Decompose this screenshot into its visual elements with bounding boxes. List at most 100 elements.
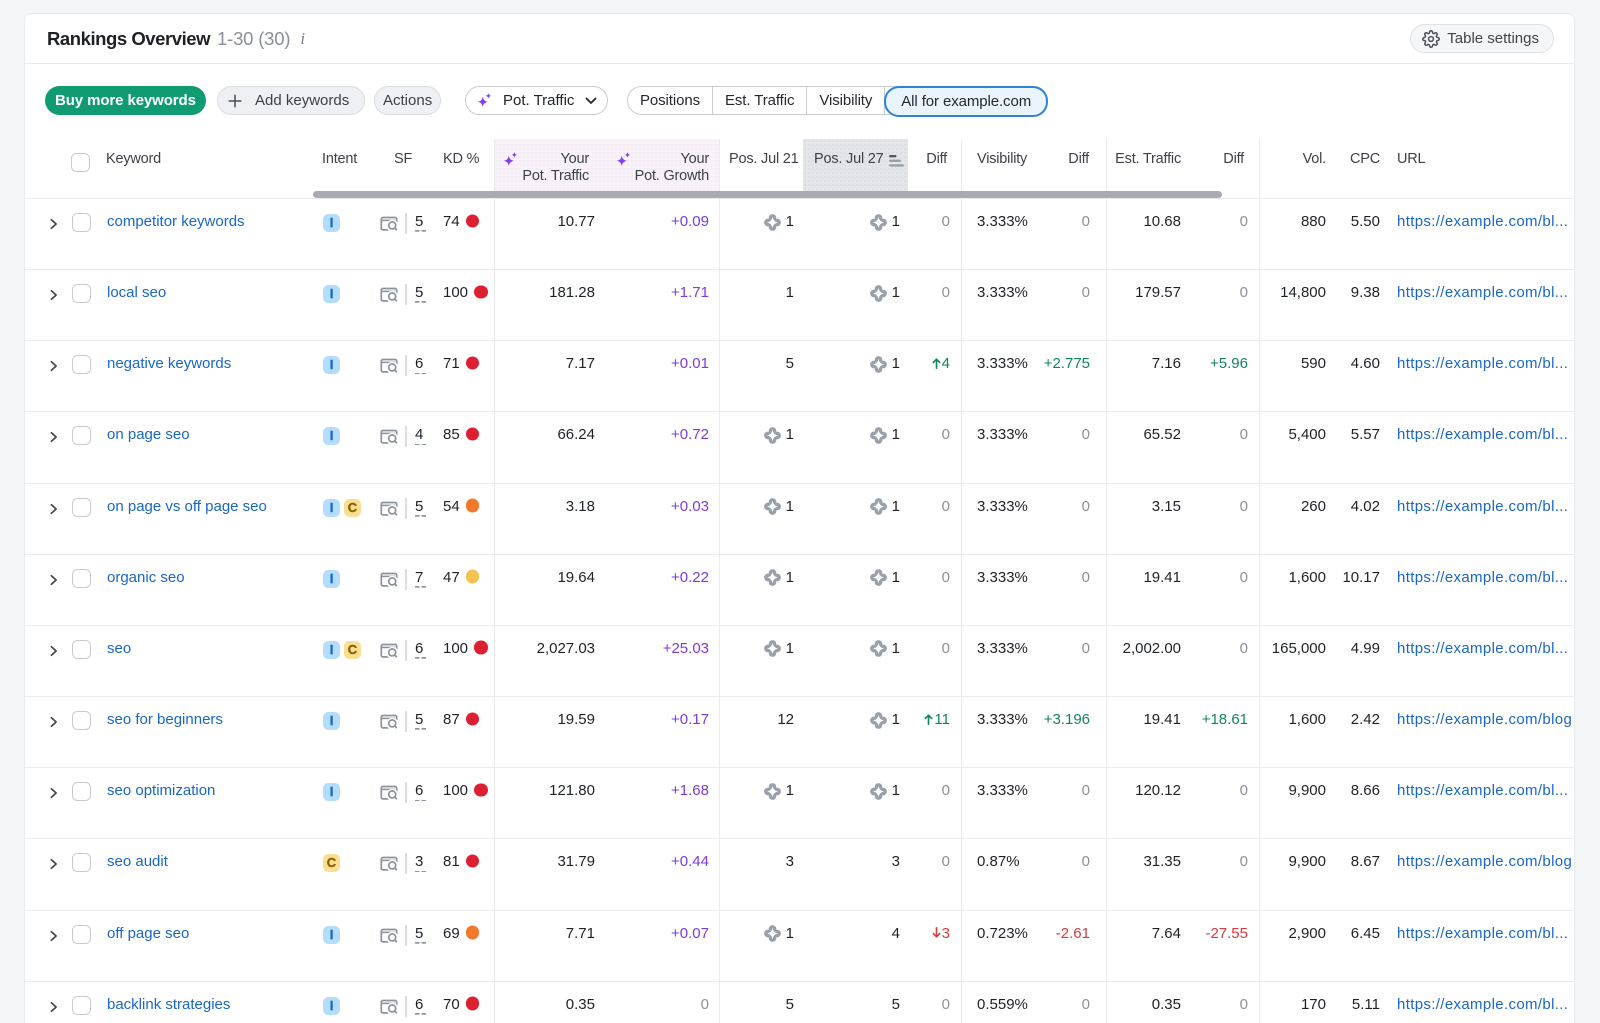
row-checkbox[interactable]	[72, 426, 91, 445]
url-link[interactable]: https://example.com/bl...	[1397, 924, 1575, 944]
volume-value: 1,600	[1288, 568, 1326, 588]
col-keyword[interactable]: Keyword	[106, 151, 161, 168]
row-checkbox[interactable]	[72, 996, 91, 1015]
col-diff1[interactable]: Diff	[926, 151, 947, 168]
serp-position-icon	[870, 214, 887, 231]
row-expand-chevron[interactable]	[49, 930, 59, 942]
row-expand-chevron[interactable]	[49, 431, 59, 443]
url-link[interactable]: https://example.com/bl...	[1397, 568, 1575, 588]
col-visibility[interactable]: Visibility	[977, 151, 1027, 168]
row-expand-chevron[interactable]	[49, 360, 59, 372]
keyword-link[interactable]: on page seo	[107, 425, 190, 445]
tab-all-for-domain[interactable]: All for example.com	[884, 86, 1048, 117]
row-expand-chevron[interactable]	[49, 218, 59, 230]
serp-features-count[interactable]: 5	[415, 925, 426, 944]
serp-features-count[interactable]: 6	[415, 640, 426, 659]
row-checkbox[interactable]	[72, 355, 91, 374]
serp-features-count[interactable]: 5	[415, 213, 426, 232]
row-expand-chevron[interactable]	[49, 574, 59, 586]
pos-prev-cell: 1	[764, 781, 794, 801]
url-link[interactable]: https://example.com/blog	[1397, 852, 1575, 872]
col-pos-prev[interactable]: Pos. Jul 21	[729, 151, 799, 168]
keyword-link[interactable]: backlink strategies	[107, 995, 230, 1015]
pot-growth-value: +1.68	[671, 781, 709, 801]
keyword-link[interactable]: negative keywords	[107, 354, 231, 374]
col-kd[interactable]: KD %	[443, 151, 479, 168]
row-checkbox[interactable]	[72, 853, 91, 872]
select-all-checkbox[interactable]	[71, 153, 90, 172]
row-checkbox[interactable]	[72, 498, 91, 517]
col-pot-traffic[interactable]: YourPot. Traffic	[522, 151, 589, 185]
serp-features-count[interactable]: 6	[415, 996, 426, 1015]
serp-features-count[interactable]: 6	[415, 782, 426, 801]
buy-more-keywords-button[interactable]: Buy more keywords	[45, 86, 206, 115]
col-pot-growth[interactable]: YourPot. Growth	[635, 151, 709, 185]
url-link[interactable]: https://example.com/bl...	[1397, 781, 1575, 801]
keyword-link[interactable]: seo	[107, 639, 131, 659]
tab-est-traffic[interactable]: Est. Traffic	[713, 87, 807, 114]
url-link[interactable]: https://example.com/bl...	[1397, 425, 1575, 445]
keyword-link[interactable]: seo optimization	[107, 781, 215, 801]
col-diff2[interactable]: Diff	[1068, 151, 1089, 168]
pos-diff-value: 0	[942, 781, 950, 801]
row-checkbox[interactable]	[72, 640, 91, 659]
serp-features-count[interactable]: 5	[415, 498, 426, 517]
row-checkbox[interactable]	[72, 284, 91, 303]
row-expand-chevron[interactable]	[49, 289, 59, 301]
col-pos-cur[interactable]: Pos. Jul 27	[814, 151, 904, 168]
keyword-link[interactable]: competitor keywords	[107, 212, 245, 232]
serp-features-count[interactable]: 4	[415, 426, 426, 445]
row-expand-chevron[interactable]	[49, 1001, 59, 1013]
serp-features-count[interactable]: 7	[415, 569, 426, 588]
col-cpc[interactable]: CPC	[1350, 151, 1380, 168]
serp-features-count[interactable]: 5	[415, 711, 426, 730]
pos-prev-cell: 1	[786, 283, 794, 303]
url-link[interactable]: https://example.com/bl...	[1397, 283, 1575, 303]
pot-traffic-value: 31.79	[557, 852, 595, 872]
actions-button[interactable]: Actions	[374, 86, 441, 115]
url-link[interactable]: https://example.com/bl...	[1397, 995, 1575, 1015]
table-settings-button[interactable]: Table settings	[1410, 24, 1554, 53]
metric-dropdown[interactable]: Pot. Traffic	[465, 86, 608, 115]
tab-visibility[interactable]: Visibility	[807, 87, 885, 114]
row-checkbox[interactable]	[72, 925, 91, 944]
keyword-link[interactable]: off page seo	[107, 924, 189, 944]
row-expand-chevron[interactable]	[49, 787, 59, 799]
col-sf[interactable]: SF	[394, 151, 412, 168]
add-keywords-button[interactable]: Add keywords	[217, 86, 365, 115]
col-est-traffic[interactable]: Est. Traffic	[1115, 151, 1181, 168]
horizontal-scrollbar[interactable]	[313, 191, 1222, 198]
intent-badge-I: I	[323, 712, 340, 730]
col-intent[interactable]: Intent	[322, 151, 357, 168]
keyword-link[interactable]: on page vs off page seo	[107, 497, 267, 517]
url-link[interactable]: https://example.com/bl...	[1397, 354, 1575, 374]
row-expand-chevron[interactable]	[49, 645, 59, 657]
info-icon[interactable]: i	[300, 28, 305, 50]
volume-value: 880	[1301, 212, 1326, 232]
url-link[interactable]: https://example.com/bl...	[1397, 639, 1575, 659]
row-checkbox[interactable]	[72, 782, 91, 801]
pos-cur-cell: 1	[870, 497, 900, 517]
col-volume[interactable]: Vol.	[1303, 151, 1326, 168]
keyword-link[interactable]: seo for beginners	[107, 710, 223, 730]
keyword-link[interactable]: local seo	[107, 283, 166, 303]
serp-features-count[interactable]: 6	[415, 355, 426, 374]
url-link[interactable]: https://example.com/bl...	[1397, 497, 1575, 517]
row-expand-chevron[interactable]	[49, 503, 59, 515]
row-expand-chevron[interactable]	[49, 716, 59, 728]
table-row: on page seo I 4 85 66.24 +0.72 1 1 0 3.3…	[25, 411, 1574, 482]
url-link[interactable]: https://example.com/blog	[1397, 710, 1575, 730]
col-diff3[interactable]: Diff	[1223, 151, 1244, 168]
col-url[interactable]: URL	[1397, 151, 1425, 168]
serp-features-count[interactable]: 5	[415, 284, 426, 303]
tab-positions[interactable]: Positions	[628, 87, 713, 114]
row-expand-chevron[interactable]	[49, 858, 59, 870]
keyword-link[interactable]: seo audit	[107, 852, 168, 872]
row-checkbox[interactable]	[72, 569, 91, 588]
table-row: backlink strategies I 6 70 0.35 0 5 5 0 …	[25, 981, 1574, 1023]
url-link[interactable]: https://example.com/bl...	[1397, 212, 1575, 232]
serp-features-count[interactable]: 3	[415, 853, 426, 872]
keyword-link[interactable]: organic seo	[107, 568, 185, 588]
row-checkbox[interactable]	[72, 213, 91, 232]
row-checkbox[interactable]	[72, 711, 91, 730]
